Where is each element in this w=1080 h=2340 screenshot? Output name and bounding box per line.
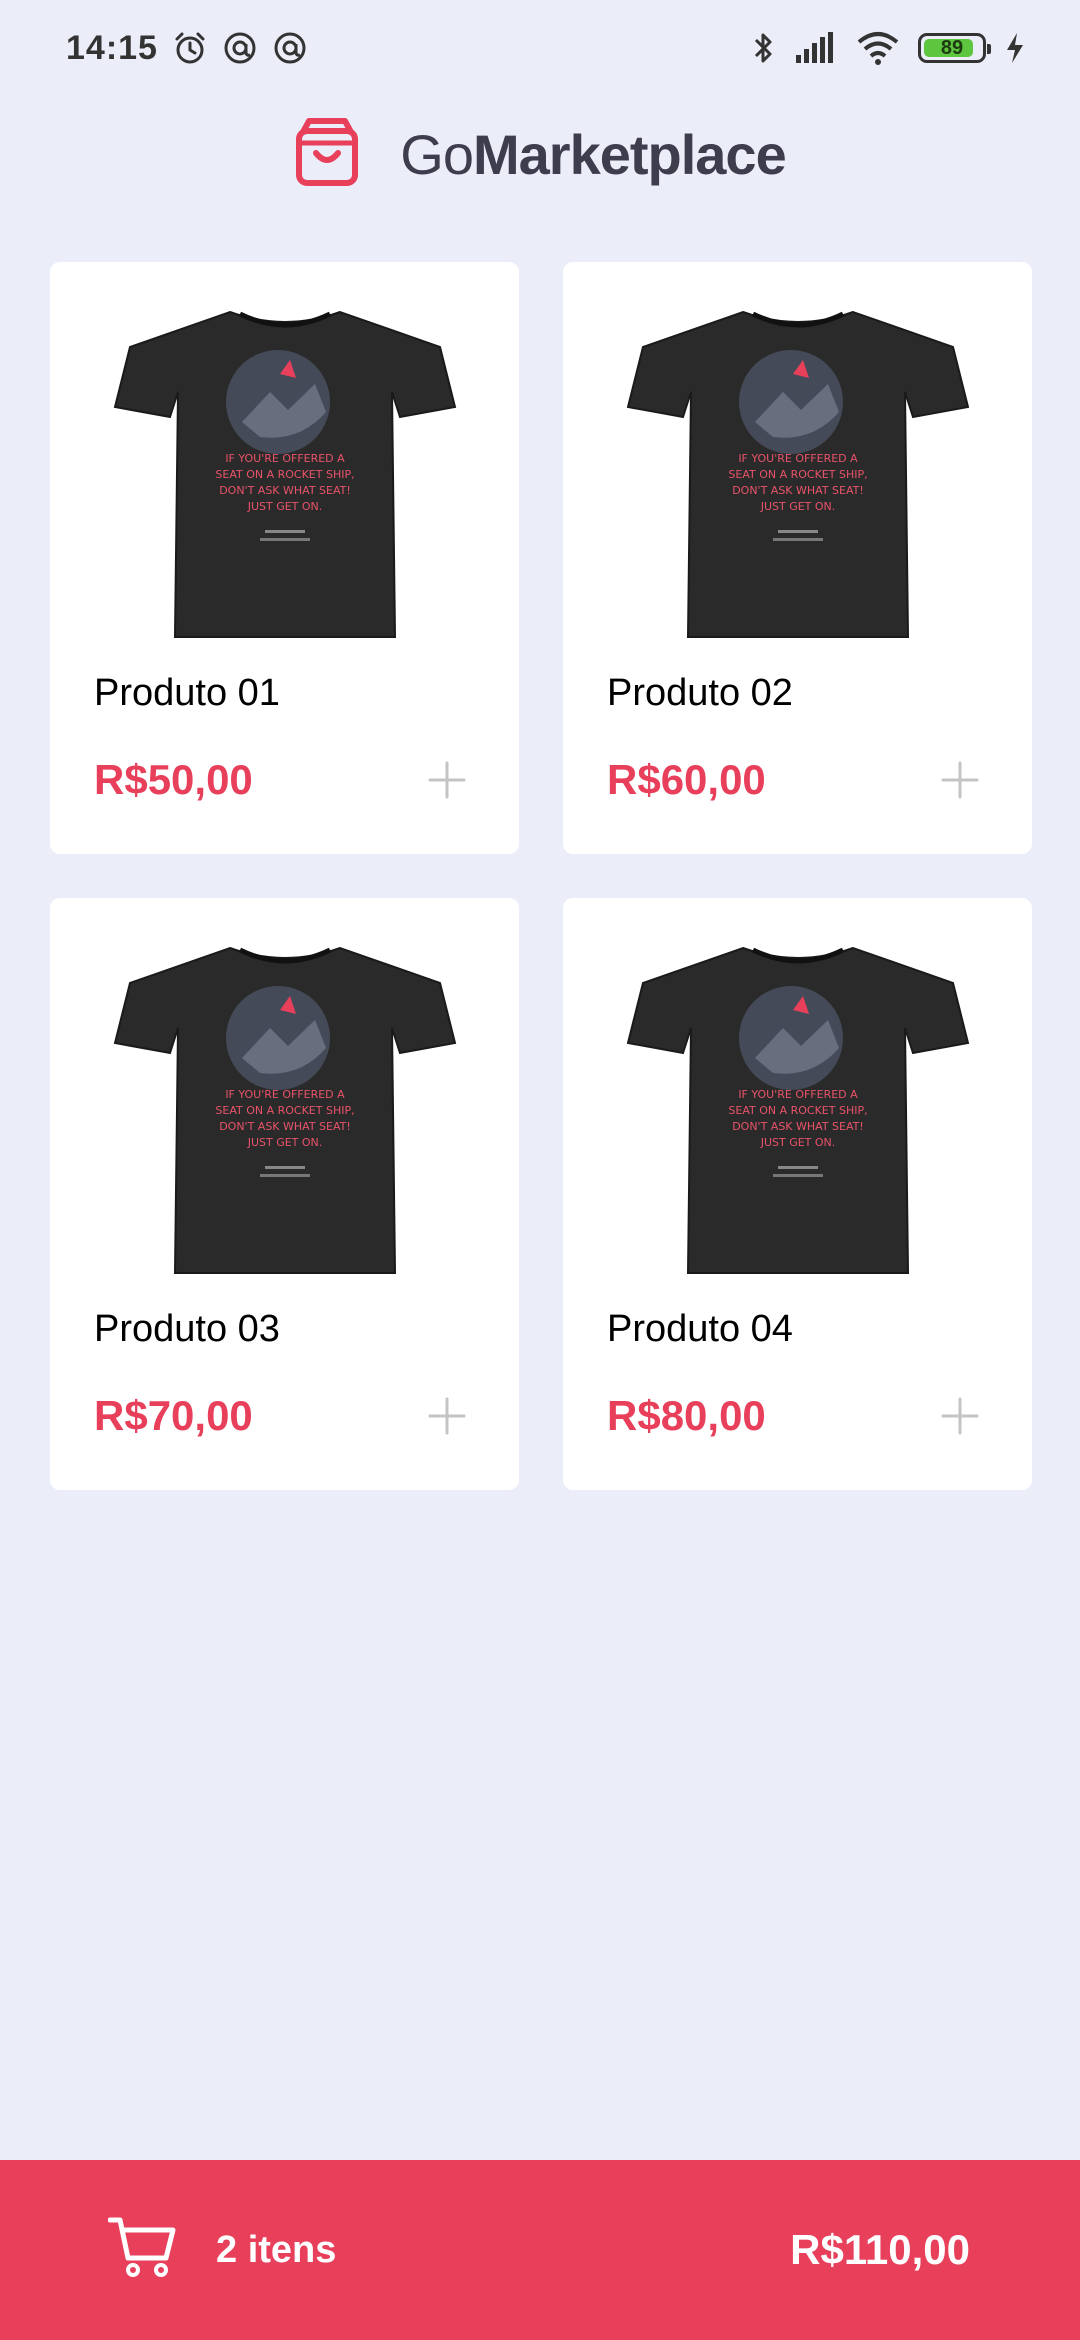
tshirt-image: IF YOU'RE OFFERED A SEAT ON A ROCKET SHIP… [113, 946, 457, 1274]
at-sign-icon [272, 30, 308, 66]
shirt-print-text: IF YOU'RE OFFERED A [225, 1088, 345, 1101]
product-card[interactable]: IF YOU'RE OFFERED A SEAT ON A ROCKET SHIP… [50, 262, 519, 854]
product-price: R$60,00 [607, 756, 766, 803]
shirt-print-text: JUST GET ON. [760, 500, 836, 513]
shirt-print-text: DON'T ASK WHAT SEAT! [732, 1120, 864, 1133]
product-title: Produto 01 [94, 672, 280, 714]
add-to-cart-button[interactable] [425, 1394, 469, 1438]
battery-level: 89 [940, 36, 964, 59]
shirt-print-text: IF YOU'RE OFFERED A [738, 1088, 858, 1101]
tshirt-image: IF YOU'RE OFFERED A SEAT ON A ROCKET SHIP… [626, 310, 970, 638]
cart-footer-button[interactable]: 2 itens R$110,00 [0, 2160, 1080, 2340]
brand-prefix: Go [400, 122, 474, 186]
product-title: Produto 04 [607, 1308, 793, 1350]
product-image: IF YOU'RE OFFERED A SEAT ON A ROCKET SHIP… [623, 302, 973, 652]
status-right: 89 [752, 30, 1026, 66]
at-sign-icon [222, 30, 258, 66]
product-image: IF YOU'RE OFFERED A SEAT ON A ROCKET SHIP… [110, 302, 460, 652]
product-title: Produto 03 [94, 1308, 280, 1350]
product-card[interactable]: IF YOU'RE OFFERED A SEAT ON A ROCKET SHIP… [50, 898, 519, 1490]
alarm-icon [172, 30, 208, 66]
plus-icon [428, 761, 466, 799]
shopping-bag-icon [294, 117, 360, 192]
add-to-cart-button[interactable] [425, 758, 469, 802]
tshirt-image: IF YOU'RE OFFERED A SEAT ON A ROCKET SHIP… [626, 946, 970, 1274]
product-price: R$80,00 [607, 1392, 766, 1439]
brand-suffix: Marketplace [472, 122, 787, 186]
shirt-print-text: DON'T ASK WHAT SEAT! [732, 484, 864, 497]
shirt-print-text: DON'T ASK WHAT SEAT! [219, 484, 351, 497]
shirt-print-text: JUST GET ON. [760, 1136, 836, 1149]
shirt-print-text: DON'T ASK WHAT SEAT! [219, 1120, 351, 1133]
shirt-print-text: JUST GET ON. [247, 500, 323, 513]
cart-item-count: 2 itens [216, 2228, 337, 2271]
shirt-print-text: SEAT ON A ROCKET SHIP, [215, 468, 354, 481]
app-screen: 14:15 89 GoMarketplace IF YOU'RE OFFERED… [0, 0, 1080, 2340]
product-list: IF YOU'RE OFFERED A SEAT ON A ROCKET SHIP… [50, 262, 1032, 1490]
add-to-cart-button[interactable] [938, 1394, 982, 1438]
add-to-cart-button[interactable] [938, 758, 982, 802]
cart-summary: 2 itens [107, 2216, 337, 2285]
shirt-print-text: SEAT ON A ROCKET SHIP, [215, 1104, 354, 1117]
product-card[interactable]: IF YOU'RE OFFERED A SEAT ON A ROCKET SHIP… [563, 262, 1032, 854]
status-time: 14:15 [66, 28, 158, 67]
app-logo-text: GoMarketplace [400, 122, 787, 187]
cart-total-price: R$110,00 [790, 2226, 970, 2273]
shirt-print-text: IF YOU'RE OFFERED A [738, 452, 858, 465]
tshirt-image: IF YOU'RE OFFERED A SEAT ON A ROCKET SHIP… [113, 310, 457, 638]
shirt-print-text: JUST GET ON. [247, 1136, 323, 1149]
shirt-print-text: SEAT ON A ROCKET SHIP, [728, 1104, 867, 1117]
product-card[interactable]: IF YOU'RE OFFERED A SEAT ON A ROCKET SHIP… [563, 898, 1032, 1490]
wifi-icon [856, 30, 900, 66]
bluetooth-icon [752, 30, 776, 66]
cart-icon [107, 2216, 176, 2285]
status-bar: 14:15 89 [0, 0, 1080, 96]
signal-icon [794, 31, 838, 65]
shirt-print-text: IF YOU'RE OFFERED A [225, 452, 345, 465]
charging-icon [1004, 31, 1026, 65]
battery-icon: 89 [918, 33, 991, 63]
plus-icon [428, 1397, 466, 1435]
product-image: IF YOU'RE OFFERED A SEAT ON A ROCKET SHIP… [623, 938, 973, 1288]
product-title: Produto 02 [607, 672, 793, 714]
plus-icon [941, 1397, 979, 1435]
shirt-print-text: SEAT ON A ROCKET SHIP, [728, 468, 867, 481]
status-left: 14:15 [66, 29, 308, 68]
product-price: R$50,00 [94, 756, 253, 803]
plus-icon [941, 761, 979, 799]
app-header: GoMarketplace [0, 112, 1080, 196]
product-price: R$70,00 [94, 1392, 253, 1439]
product-image: IF YOU'RE OFFERED A SEAT ON A ROCKET SHIP… [110, 938, 460, 1288]
